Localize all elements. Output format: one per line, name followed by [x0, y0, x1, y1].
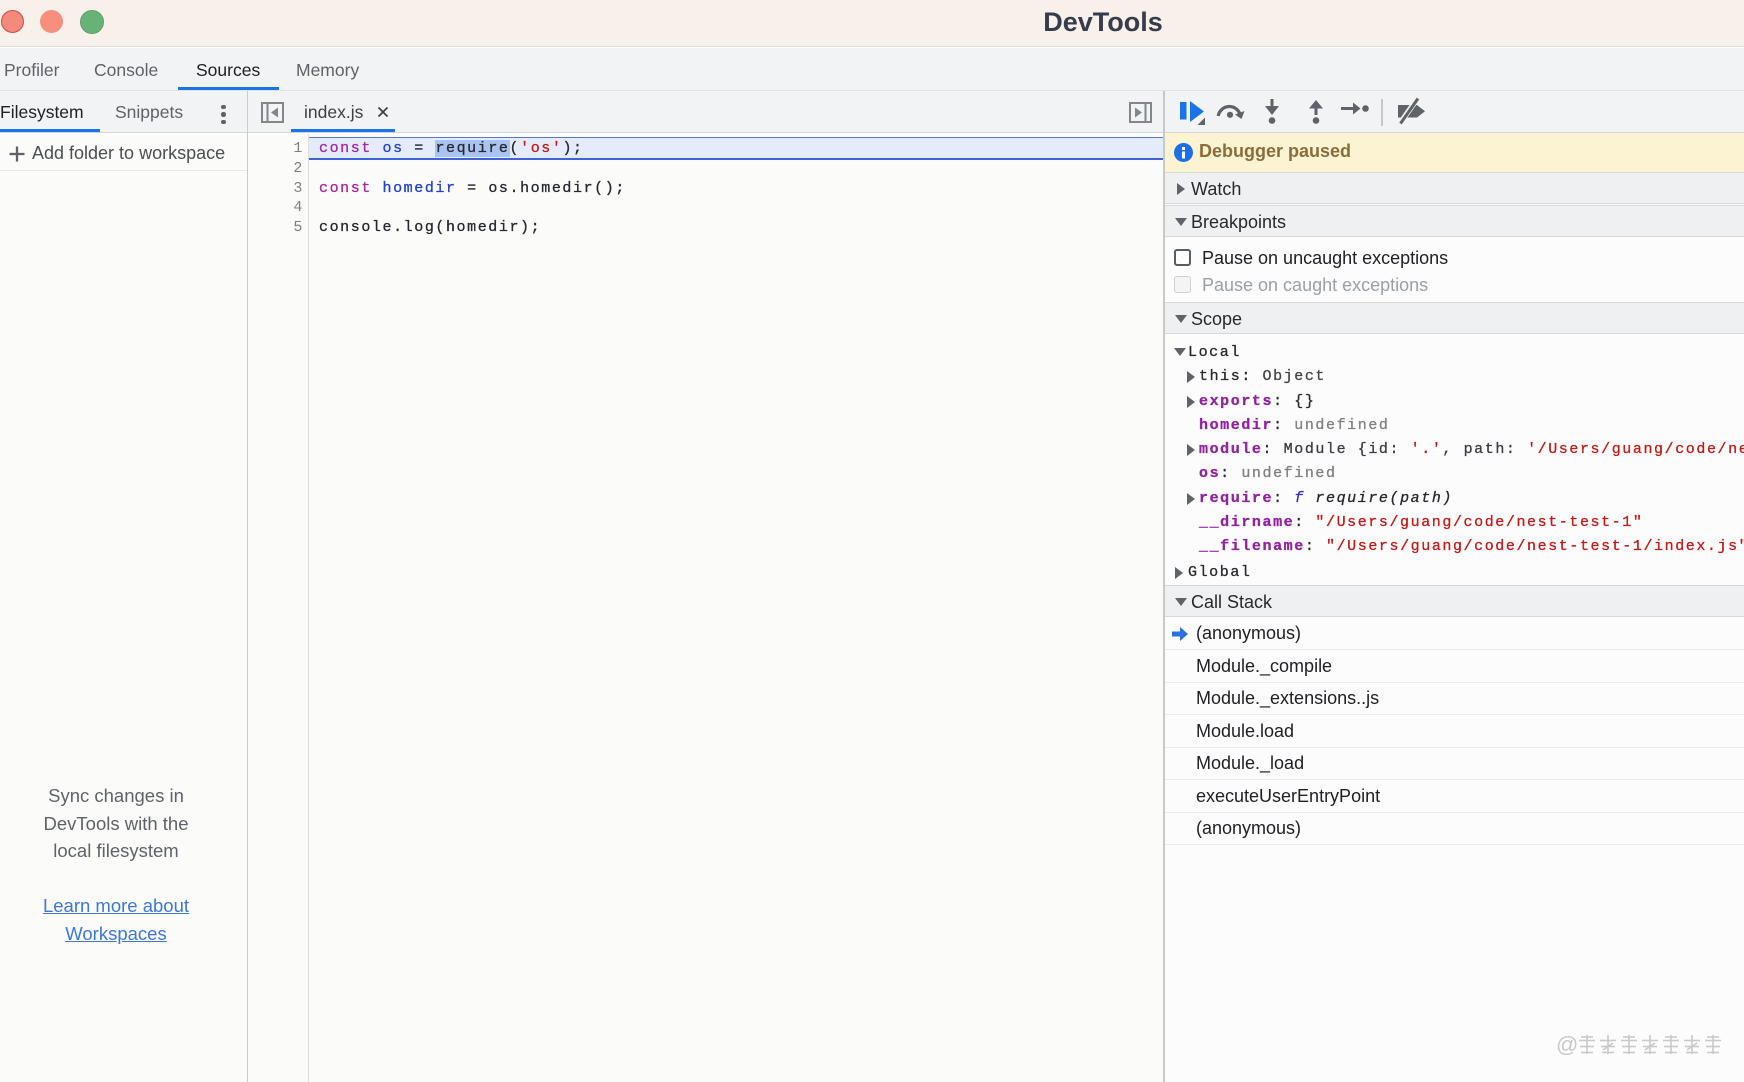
svg-text:@: @	[1556, 1033, 1578, 1057]
